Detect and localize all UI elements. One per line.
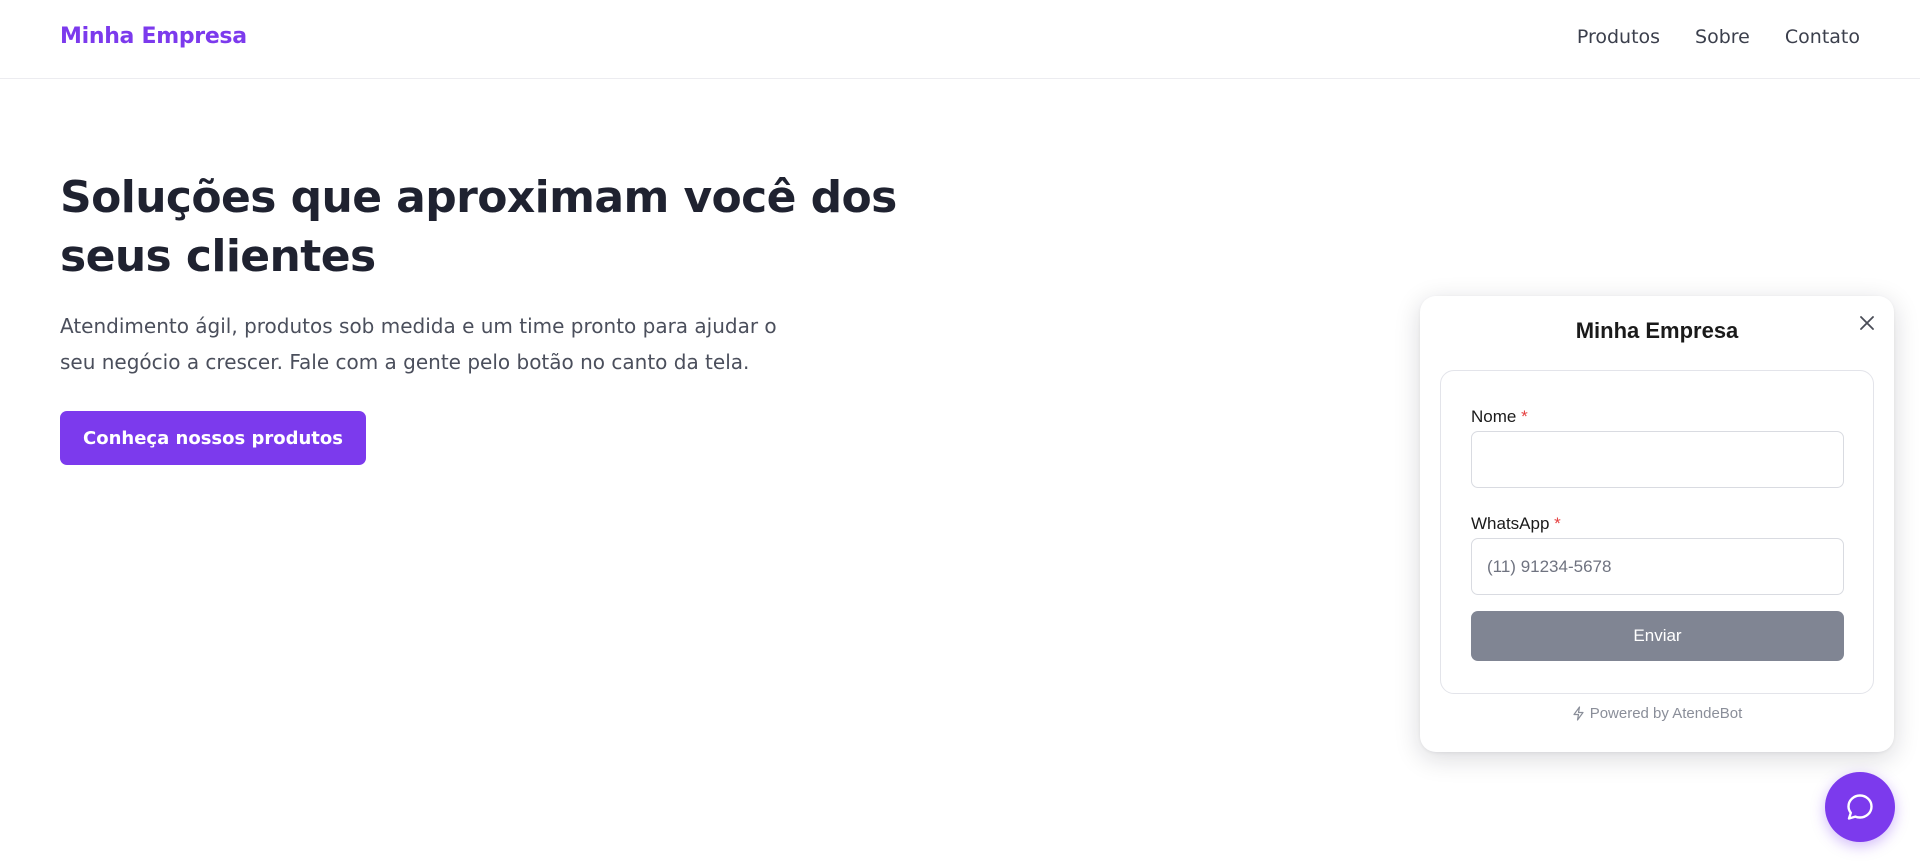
whatsapp-field-label: WhatsApp *: [1471, 514, 1561, 534]
hero-title: Soluções que aproximam você dos seus cli…: [60, 172, 897, 282]
whatsapp-label-text: WhatsApp: [1471, 514, 1550, 533]
hero-section: Soluções que aproximam você dos seus cli…: [60, 168, 1020, 465]
whatsapp-input[interactable]: [1471, 538, 1844, 595]
hero-subtitle: Atendimento ágil, produtos sob medida e …: [60, 314, 777, 374]
close-icon: [1860, 316, 1874, 330]
name-required-marker: *: [1521, 407, 1528, 426]
lead-form: Nome * WhatsApp * Enviar: [1440, 370, 1874, 694]
top-navbar: Minha Empresa Produtos Sobre Contato: [0, 0, 1920, 79]
whatsapp-required-marker: *: [1554, 514, 1561, 533]
nav-link-contato[interactable]: Contato: [1785, 26, 1860, 48]
name-input[interactable]: [1471, 431, 1844, 488]
brand-logo-link[interactable]: Minha Empresa: [60, 24, 247, 49]
chat-launcher-button[interactable]: [1825, 772, 1895, 842]
nav-link-produtos[interactable]: Produtos: [1577, 26, 1660, 48]
widget-close-button[interactable]: [1854, 310, 1880, 336]
name-field-label: Nome *: [1471, 407, 1528, 427]
name-label-text: Nome: [1471, 407, 1517, 426]
widget-title: Minha Empresa: [1575, 318, 1739, 343]
chat-widget-panel: Minha Empresa Nome * WhatsApp * Enviar P…: [1420, 296, 1894, 752]
lightning-icon: [1573, 706, 1584, 721]
powered-by-text: Powered by AtendeBot: [1589, 705, 1743, 722]
products-cta-button[interactable]: Conheça nossos produtos: [60, 411, 366, 465]
submit-button[interactable]: Enviar: [1471, 611, 1844, 661]
powered-by-footer: Powered by AtendeBot: [1420, 705, 1894, 722]
main-nav: Produtos Sobre Contato: [1577, 26, 1860, 48]
chat-bubble-icon: [1847, 794, 1873, 820]
nav-link-sobre[interactable]: Sobre: [1695, 26, 1750, 48]
